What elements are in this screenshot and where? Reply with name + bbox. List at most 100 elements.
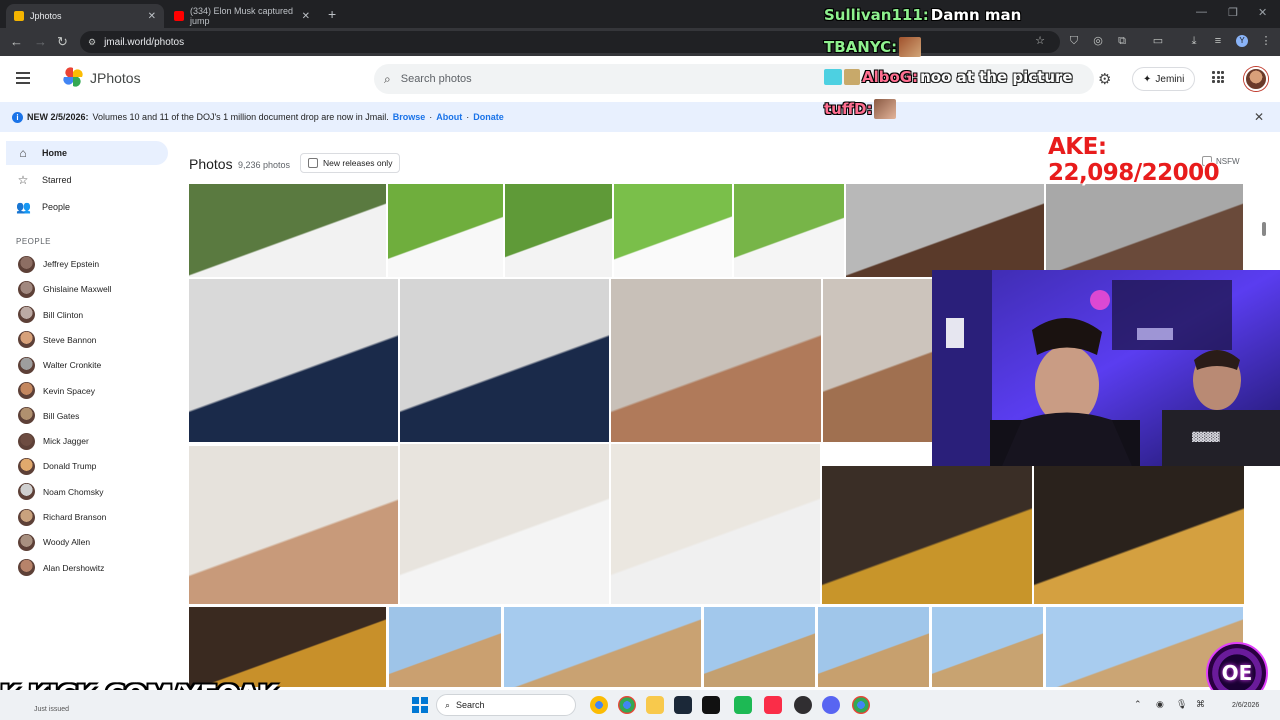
webcam-feed: ▓▓▓▓ [932,270,1280,466]
extension-icon[interactable]: ◎ [1092,35,1104,47]
sidebar-person-item[interactable]: Bill Clinton [18,305,83,325]
steam-icon[interactable] [674,696,692,714]
sidebar-person-item[interactable]: Richard Branson [18,507,106,527]
sidebar-item-home[interactable]: ⌂ Home [6,141,168,165]
webcam-image: ▓▓▓▓ [932,270,1280,466]
download-icon[interactable]: ⤓ [1188,35,1200,47]
photo-thumbnail[interactable] [822,466,1032,604]
photo-thumbnail[interactable] [614,184,732,277]
notification-text: Just issued [34,706,70,713]
photo-thumbnail[interactable] [818,607,929,687]
photo-thumbnail[interactable] [704,607,815,687]
sidebar-item-starred[interactable]: ☆ Starred [6,168,168,192]
sidebar-person-item[interactable]: Woody Allen [18,532,90,552]
sidebar-item-label: Starred [42,175,72,185]
sidebar-person-item[interactable]: Walter Cronkite [18,355,101,375]
photo-thumbnail[interactable] [846,184,1044,277]
tab-jphotos[interactable]: Jphotos ✕ [6,4,164,28]
tray-chevron-icon[interactable]: ⌃ [1134,699,1142,710]
person-avatar [18,306,35,324]
banner-about-link[interactable]: About [436,112,462,122]
minimize-icon[interactable]: — [1196,6,1207,18]
sidebar-item-label: Home [42,148,68,158]
photo-thumbnail[interactable] [388,184,503,277]
sidebar-person-item[interactable]: Steve Bannon [18,330,96,350]
photo-thumbnail[interactable] [611,279,821,442]
photo-thumbnail[interactable] [400,444,609,604]
scrollbar-thumb[interactable] [1262,222,1266,236]
search-input[interactable] [400,73,801,85]
sidebar-item-people[interactable]: 👥 People [6,195,168,219]
reload-icon[interactable]: ↻ [57,34,68,50]
chrome-icon[interactable] [618,696,636,714]
sidebar-person-item[interactable]: Ghislaine Maxwell [18,279,112,299]
forward-icon[interactable]: → [34,34,47,49]
account-avatar[interactable] [1244,67,1268,91]
photo-thumbnail[interactable] [1034,466,1244,604]
menu-kebab-icon[interactable]: ⋮ [1260,35,1272,47]
app-green-icon[interactable] [734,696,752,714]
sidebar-person-item[interactable]: Donald Trump [18,456,96,476]
sidebar-person-item[interactable]: Kevin Spacey [18,381,95,401]
new-tab-button[interactable]: + [328,6,336,22]
photo-thumbnail[interactable] [189,446,398,604]
photo-thumbnail[interactable] [389,607,501,687]
tray-app-icon[interactable]: ◉ [1156,699,1164,710]
photo-thumbnail[interactable] [400,279,609,442]
reading-list-icon[interactable]: ≡ [1212,35,1224,47]
microphone-icon[interactable]: 🎙 [1176,699,1187,710]
chrome-profile-icon[interactable] [852,696,870,714]
url-text: jmail.world/photos [104,36,185,48]
banner-donate-link[interactable]: Donate [473,112,504,122]
photo-thumbnail[interactable] [611,444,820,604]
close-window-icon[interactable]: ✕ [1258,6,1267,19]
close-tab-icon[interactable]: ✕ [302,11,310,22]
sidebar-person-item[interactable]: Bill Gates [18,406,79,426]
obs-icon[interactable] [794,696,812,714]
taskbar-date: 2/6/2026 [1232,702,1260,709]
photo-thumbnail[interactable] [1046,184,1243,277]
banner-browse-link[interactable]: Browse [393,112,426,122]
back-icon[interactable]: ← [10,34,23,49]
photo-thumbnail[interactable] [189,184,386,277]
photo-thumbnail[interactable] [189,607,386,687]
apps-grid-icon[interactable] [1212,71,1224,83]
cast-icon[interactable]: ▭ [1152,35,1164,47]
photo-thumbnail[interactable] [823,279,933,442]
sidebar-person-item[interactable]: Noam Chomsky [18,482,103,502]
sidebar-person-item[interactable]: Jeffrey Epstein [18,254,99,274]
person-name: Bill Gates [43,410,80,421]
banner-separator: · [466,112,470,122]
close-tab-icon[interactable]: ✕ [148,11,156,22]
windows-start-icon[interactable] [412,697,428,713]
new-releases-checkbox[interactable] [308,158,318,168]
new-releases-toggle[interactable]: New releases only [300,153,401,173]
photo-thumbnail[interactable] [505,184,612,277]
taskbar-search[interactable]: ⌕ Search [436,694,576,716]
capcut-icon[interactable] [702,696,720,714]
bookmark-star-icon[interactable]: ☆ [1034,35,1046,47]
music-app-icon[interactable] [764,696,782,714]
discord-icon[interactable] [822,696,840,714]
site-info-icon[interactable]: ⚙ [88,37,96,48]
chrome-canary-icon[interactable] [590,696,608,714]
close-banner-icon[interactable]: ✕ [1254,110,1264,124]
photo-thumbnail[interactable] [189,279,398,442]
photo-thumbnail[interactable] [932,607,1043,687]
photo-thumbnail[interactable] [734,184,844,277]
tab-youtube[interactable]: (334) Elon Musk captured jump ✕ [166,4,318,28]
gemini-button[interactable]: ✦ Jemini [1132,67,1196,91]
maximize-icon[interactable]: ❐ [1228,6,1238,19]
photo-thumbnail[interactable] [504,607,701,687]
profile-icon[interactable]: Y [1236,35,1248,47]
main-menu-icon[interactable] [16,72,30,84]
settings-gear-icon[interactable]: ⚙ [1098,70,1111,88]
file-explorer-icon[interactable] [646,696,664,714]
shield-extension-icon[interactable]: ⛉ [1068,35,1080,47]
home-icon: ⌂ [19,146,27,160]
sidebar-person-item[interactable]: Mick Jagger [18,431,89,451]
puzzle-extension-icon[interactable]: ⧉ [1116,35,1128,47]
sidebar-person-item[interactable]: Alan Dershowitz [18,558,104,578]
network-icon[interactable]: ⌘ [1196,699,1205,710]
chat-text: Damn man [930,6,1022,24]
